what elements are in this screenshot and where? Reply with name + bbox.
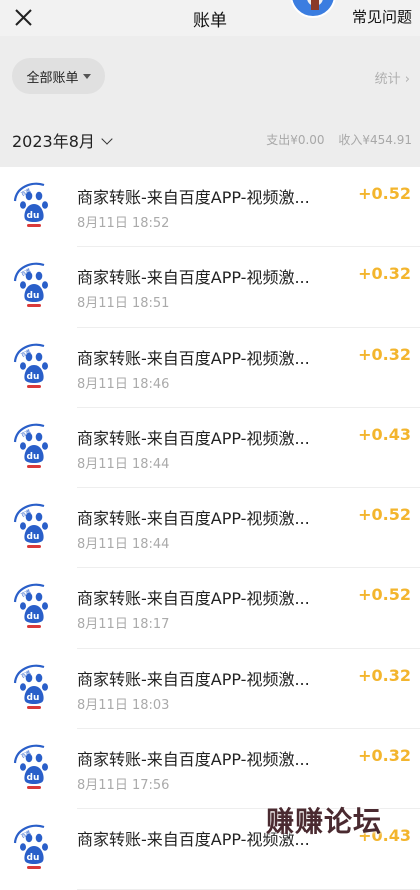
transaction-row[interactable]: 百度 du 商家转账-来自百度APP-视频激... 8月11日 17:56 +0.32 (0, 729, 420, 810)
transaction-name: 商家转账-来自百度APP-视频激... (77, 509, 310, 529)
transaction-amount: +0.32 (358, 665, 411, 685)
month-bar: 2023年8月 支出¥0.00 收入¥454.91 (0, 112, 420, 167)
svg-text:du: du (27, 532, 40, 542)
transaction-row[interactable]: 百度 du 商家转账-来自百度APP-视频激... 8月11日 18:44 +0.52 (0, 488, 420, 569)
month-label: 2023年8月 (12, 132, 95, 151)
stats-link[interactable]: 统计 › (375, 68, 410, 87)
transaction-name: 商家转账-来自百度APP-视频激... (77, 750, 310, 770)
baidu-logo-icon: 百度 du (12, 741, 54, 791)
svg-text:du: du (27, 612, 40, 622)
transaction-time: 8月11日 18:17 (77, 617, 170, 633)
svg-text:du: du (27, 773, 40, 783)
transaction-row[interactable]: 百度 du 商家转账-来自百度APP-视频激... 8月11日 18:03 +0.32 (0, 649, 420, 730)
stats-label: 统计 (374, 72, 401, 87)
transaction-list: 百度 du 商家转账-来自百度APP-视频激... 8月11日 18:52 +0.52 百… (0, 167, 420, 890)
transaction-time: 8月11日 18:52 (77, 216, 170, 231)
transaction-row[interactable]: 百度 du 商家转账-来自百度APP-视频激... 8月11日 18:44 +0.43 (0, 408, 420, 489)
svg-text:du: du (27, 853, 40, 863)
transaction-time: 8月11日 17:56 (77, 778, 170, 794)
baidu-logo-icon: 百度 du (12, 580, 54, 630)
transaction-time: 8月11日 18:51 (77, 296, 170, 312)
transaction-row[interactable]: 百度 du 商家转账-来自百度APP-视频激... 8月11日 18:17 +0.52 (0, 568, 420, 649)
transaction-name: 商家转账-来自百度APP-视频激... (77, 188, 310, 207)
transaction-name: 商家转账-来自百度APP-视频激... (77, 348, 310, 368)
baidu-logo-icon: 百度 du (12, 340, 54, 390)
svg-text:du: du (27, 452, 40, 462)
expense-total: 支出¥0.00 (266, 133, 325, 147)
transaction-name: 商家转账-来自百度APP-视频激... (77, 669, 310, 689)
top-bar: 账单 常见问题 (0, 0, 420, 36)
month-summary: 支出¥0.00 收入¥454.91 (266, 131, 412, 148)
transaction-row[interactable]: 百度 du 商家转账-来自百度APP-视频激... 8月11日 18:51 +0.32 (0, 247, 420, 328)
transaction-amount: +0.43 (358, 424, 411, 444)
bill-type-filter-label: 全部账单 (26, 70, 79, 86)
transaction-time: 8月11日 18:46 (77, 376, 170, 392)
svg-text:du: du (27, 211, 40, 221)
income-total: 收入¥454.91 (338, 133, 412, 147)
baidu-logo-icon: 百度 du (12, 259, 54, 309)
transaction-name: 商家转账-来自百度APP-视频激... (77, 428, 310, 448)
baidu-logo-icon: 百度 du (12, 661, 54, 711)
transaction-amount: +0.52 (358, 505, 411, 525)
svg-text:du: du (27, 693, 40, 703)
baidu-logo-icon: 百度 du (12, 821, 54, 871)
faq-link[interactable]: 常见问题 (352, 6, 412, 27)
caret-down-icon (82, 73, 91, 79)
transaction-time: 8月11日 18:03 (77, 697, 170, 713)
filter-bar: 全部账单 统计 › (0, 36, 420, 112)
transaction-row[interactable]: 百度 du 商家转账-来自百度APP-视频激... 8月11日 18:46 +0.32 (0, 328, 420, 408)
svg-text:du: du (27, 372, 40, 382)
chevron-right-icon: › (404, 72, 410, 87)
transaction-amount: +0.52 (358, 184, 411, 203)
transaction-name: 商家转账-来自百度APP-视频激... (77, 268, 310, 288)
watermark: 赚赚论坛 (266, 805, 383, 838)
baidu-logo-icon: 百度 du (12, 179, 54, 229)
transaction-time: 8月11日 18:44 (77, 537, 170, 553)
transaction-time: 8月11日 18:44 (77, 456, 170, 472)
transaction-amount: +0.32 (358, 746, 411, 766)
baidu-logo-icon: 百度 du (12, 420, 54, 470)
chevron-down-icon (101, 133, 113, 145)
transaction-amount: +0.32 (358, 344, 411, 364)
baidu-logo-icon: 百度 du (12, 500, 54, 550)
transaction-row[interactable]: 百度 du 商家转账-来自百度APP-视频激... 8月11日 18:52 +0.52 (0, 167, 420, 248)
month-selector[interactable]: 2023年8月 (12, 128, 113, 152)
transaction-amount: +0.52 (358, 585, 411, 605)
svg-text:du: du (27, 291, 40, 301)
transaction-name: 商家转账-来自百度APP-视频激... (77, 589, 310, 609)
bill-type-filter[interactable]: 全部账单 (12, 58, 105, 94)
transaction-amount: +0.32 (358, 264, 411, 284)
